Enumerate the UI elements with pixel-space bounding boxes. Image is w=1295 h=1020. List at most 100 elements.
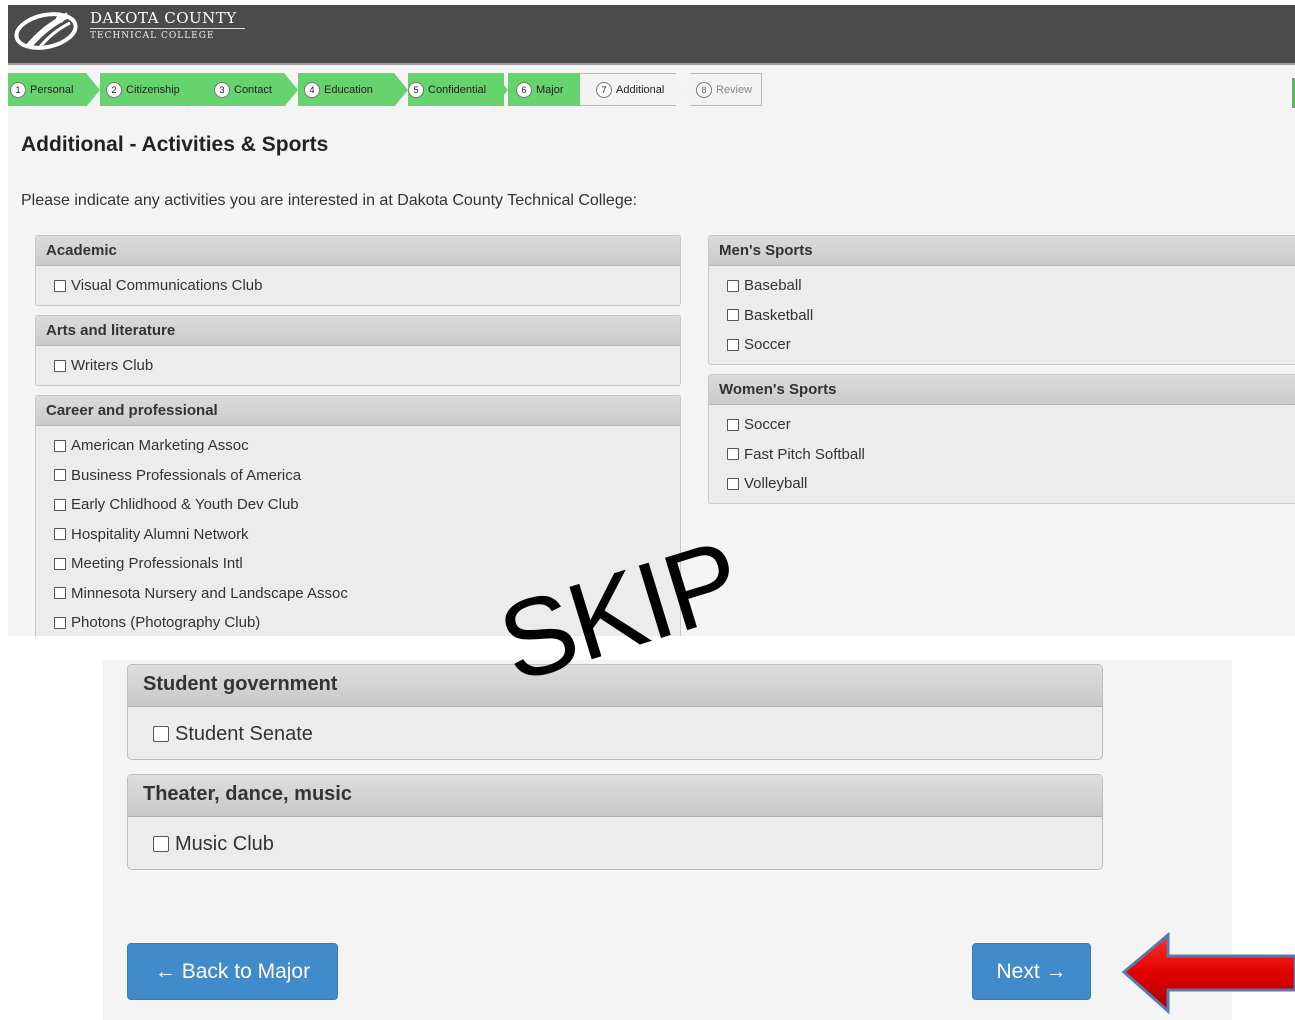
step-chevron — [86, 73, 100, 107]
step-number: 2 — [106, 81, 122, 98]
group-womens-sports: Women's Sports Soccer Fast Pitch Softbal… — [708, 374, 1295, 504]
group-title: Theater, dance, music — [128, 775, 1102, 817]
checkbox-option[interactable]: Fast Pitch Softball — [709, 440, 1295, 470]
checkbox[interactable] — [727, 418, 739, 431]
group-theater: Theater, dance, music Music Club — [127, 774, 1103, 870]
group-title: Men's Sports — [709, 236, 1295, 266]
step-number: 4 — [304, 81, 320, 98]
step-label: Review — [716, 83, 753, 96]
step-chevron — [394, 73, 408, 107]
checkbox-option[interactable]: Hospitality Alumni Network — [36, 520, 680, 550]
brand-subtitle: TECHNICAL COLLEGE — [90, 31, 215, 41]
step-number: 1 — [10, 81, 26, 98]
checkbox-option[interactable]: Volleyball — [709, 469, 1295, 499]
option-label: Baseball — [744, 277, 802, 295]
option-label: Student Senate — [175, 722, 313, 745]
page-title: Additional - Activities & Sports — [21, 133, 329, 156]
option-label: Early Chlidhood & Youth Dev Club — [71, 496, 299, 514]
option-label: Soccer — [744, 416, 791, 434]
checkbox[interactable] — [727, 338, 739, 351]
checkbox[interactable] — [153, 836, 169, 852]
option-label: Photons (Photography Club) — [71, 614, 261, 632]
step-chevron — [284, 73, 298, 107]
option-label: Writers Club — [71, 357, 154, 375]
step-number: 7 — [596, 81, 612, 98]
group-mens-sports: Men's Sports Baseball Basketball Soccer — [708, 235, 1295, 365]
back-to-major-button[interactable]: ← Back to Major — [127, 943, 338, 1000]
checkbox-option[interactable]: American Marketing Assoc — [36, 431, 680, 461]
checkbox[interactable] — [54, 359, 66, 372]
checkbox[interactable] — [54, 279, 66, 292]
header-divider — [8, 63, 1295, 65]
site-header: DAKOTA COUNTY TECHNICAL COLLEGE — [8, 5, 1295, 63]
option-label: Meeting Professionals Intl — [71, 555, 243, 573]
group-student-government: Student government Student Senate — [127, 664, 1103, 760]
checkbox[interactable] — [153, 726, 169, 742]
option-label: Visual Communications Club — [71, 277, 263, 295]
brand-name: DAKOTA COUNTY — [90, 9, 237, 27]
option-label: Business Professionals of America — [71, 466, 302, 484]
checkbox[interactable] — [727, 279, 739, 292]
option-label: Soccer — [744, 336, 791, 354]
option-label: Music Club — [175, 832, 274, 855]
checkbox-option[interactable]: Business Professionals of America — [36, 461, 680, 491]
step-chevron — [676, 73, 690, 107]
group-title: Arts and literature — [36, 316, 680, 346]
checkbox-option[interactable]: Writers Club — [36, 351, 680, 381]
checkbox[interactable] — [54, 528, 66, 541]
step-personal[interactable]: 1 Personal — [8, 73, 86, 106]
option-label: Fast Pitch Softball — [744, 445, 865, 463]
step-label: Personal — [30, 83, 74, 96]
checkbox[interactable] — [54, 439, 66, 452]
checkbox[interactable] — [727, 477, 739, 490]
checkbox-option[interactable]: Soccer — [709, 410, 1295, 440]
group-arts: Arts and literature Writers Club — [35, 315, 681, 386]
next-button[interactable]: Next → — [972, 943, 1091, 1000]
checkbox-option[interactable]: Soccer — [709, 330, 1295, 360]
brand-divider — [90, 28, 245, 29]
group-academic: Academic Visual Communications Club — [35, 235, 681, 306]
step-major[interactable]: 6 Major — [508, 73, 580, 106]
form-screenshot-bottom: Student government Student Senate Theate… — [103, 660, 1232, 1020]
step-number: 3 — [214, 81, 230, 98]
step-confidential[interactable]: 5 Confidential — [408, 73, 504, 106]
group-title: Career and professional — [36, 396, 680, 426]
step-contact[interactable]: 3 Contact — [202, 73, 284, 106]
group-title: Women's Sports — [709, 375, 1295, 405]
checkbox-option[interactable]: Early Chlidhood & Youth Dev Club — [36, 490, 680, 520]
checkbox[interactable] — [54, 557, 66, 570]
page-intro: Please indicate any activities you are i… — [21, 192, 638, 209]
checkbox[interactable] — [727, 309, 739, 322]
step-citizenship[interactable]: 2 Citizenship — [100, 73, 202, 106]
checkbox[interactable] — [727, 448, 739, 461]
option-label: American Marketing Assoc — [71, 437, 249, 455]
step-label: Additional — [616, 83, 665, 96]
group-title: Academic — [36, 236, 680, 266]
college-logo-icon[interactable] — [10, 7, 80, 53]
checkbox[interactable] — [54, 469, 66, 482]
checkbox[interactable] — [54, 587, 66, 600]
step-chevron — [494, 73, 508, 107]
step-label: Major — [536, 83, 564, 96]
step-additional[interactable]: 7 Additional — [580, 73, 676, 106]
checkbox[interactable] — [54, 616, 66, 629]
step-number: 5 — [408, 81, 424, 98]
step-education[interactable]: 4 Education — [298, 73, 394, 106]
option-label: Basketball — [744, 306, 814, 324]
step-review[interactable]: 8 Review — [690, 73, 762, 106]
option-label: Minnesota Nursery and Landscape Assoc — [71, 584, 348, 602]
checkbox-option[interactable]: Basketball — [709, 301, 1295, 331]
checkbox-option[interactable]: Baseball — [709, 271, 1295, 301]
checkbox-option[interactable]: Music Club — [128, 817, 1102, 871]
step-label: Confidential — [428, 83, 487, 96]
step-number: 6 — [516, 81, 532, 98]
option-label: Hospitality Alumni Network — [71, 525, 249, 543]
step-label: Citizenship — [126, 83, 180, 96]
step-number: 8 — [696, 81, 712, 98]
option-label: Volleyball — [744, 475, 808, 493]
step-label: Contact — [234, 83, 272, 96]
checkbox-option[interactable]: Visual Communications Club — [36, 271, 680, 301]
checkbox-option[interactable]: Student Senate — [128, 707, 1102, 761]
step-chevron — [188, 73, 202, 107]
checkbox[interactable] — [54, 498, 66, 511]
